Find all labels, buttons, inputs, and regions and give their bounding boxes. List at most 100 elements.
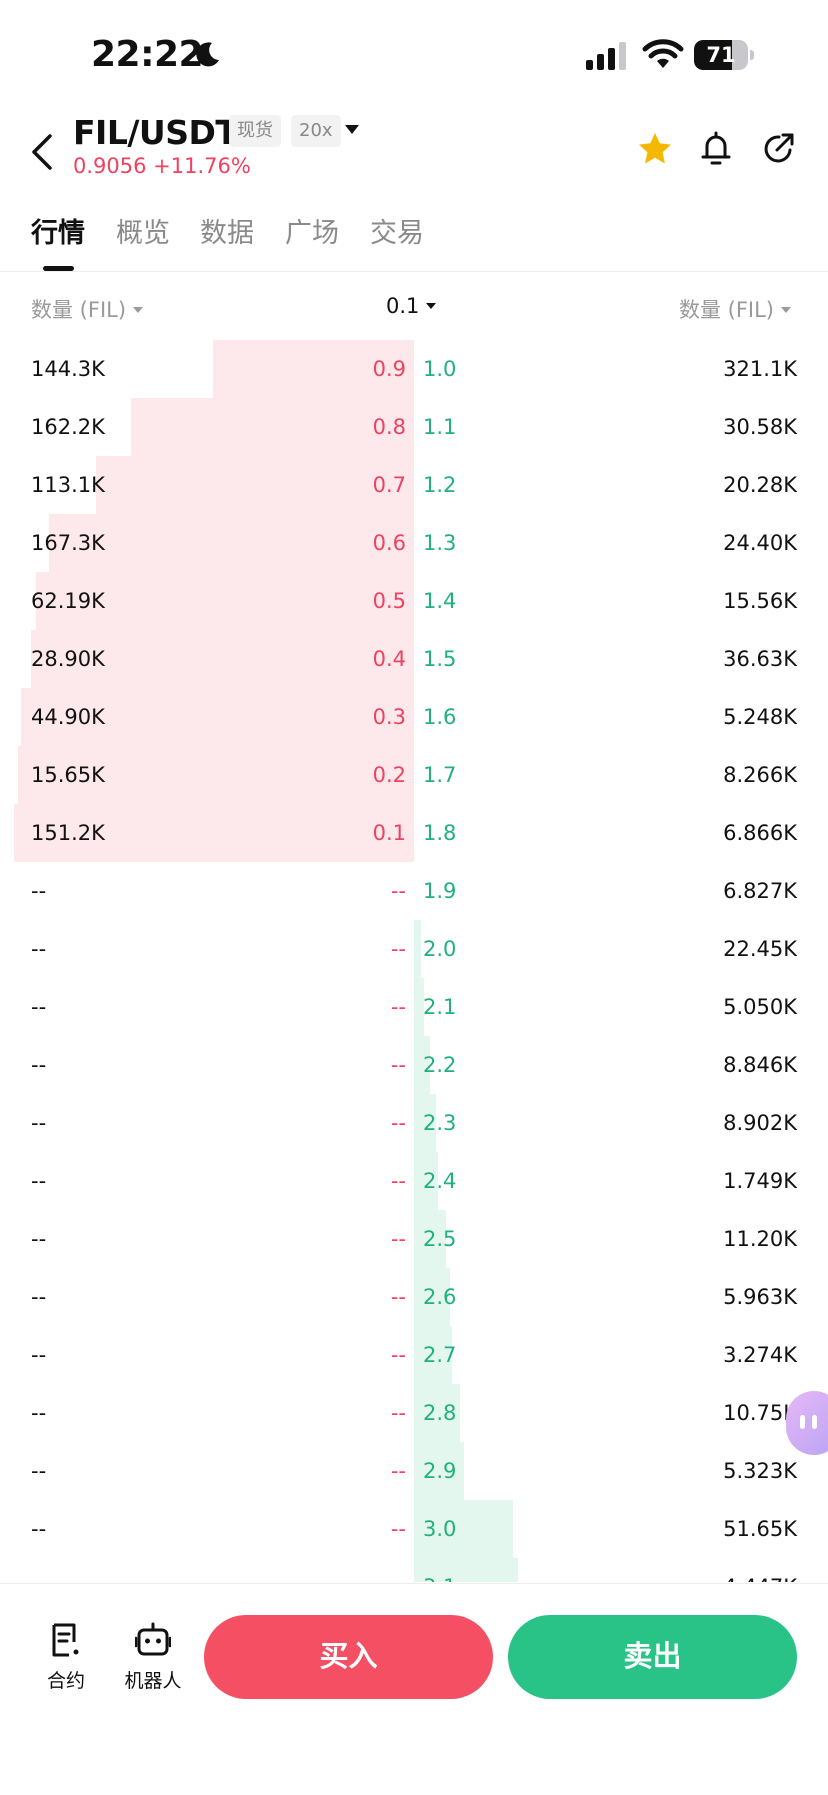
- bid-quantity: --: [31, 879, 47, 903]
- ask-quantity: 24.40K: [723, 531, 797, 555]
- order-book-row[interactable]: -- -- 2.4 1.749K: [0, 1152, 828, 1210]
- ask-quantity: 22.45K: [723, 937, 797, 961]
- assistant-float-button[interactable]: [786, 1391, 828, 1455]
- ask-quantity: 5.963K: [723, 1285, 797, 1309]
- bid-price: --: [390, 1459, 406, 1483]
- ask-price: 3.0: [423, 1517, 457, 1541]
- order-book-row[interactable]: -- -- 2.3 8.902K: [0, 1094, 828, 1152]
- bid-quantity: --: [31, 1111, 47, 1135]
- ask-quantity: 8.266K: [723, 763, 797, 787]
- bid-quantity: --: [31, 1285, 47, 1309]
- tab-data[interactable]: 数据: [200, 211, 254, 250]
- ask-quantity: 11.20K: [723, 1227, 797, 1251]
- bid-price: --: [390, 937, 406, 961]
- sell-button[interactable]: 卖出: [508, 1615, 797, 1699]
- order-book-row[interactable]: 162.2K 0.8 1.1 30.58K: [0, 398, 828, 456]
- ask-price: 2.6: [423, 1285, 457, 1309]
- bid-price: 0.1: [372, 821, 406, 845]
- dropdown-caret-icon: [133, 306, 144, 313]
- order-book-row[interactable]: -- -- 2.6 5.963K: [0, 1268, 828, 1326]
- bid-price: --: [390, 1285, 406, 1309]
- ask-quantity: 1.749K: [723, 1169, 797, 1193]
- tab-market[interactable]: 行情: [31, 211, 85, 250]
- cellular-signal-icon: [586, 42, 626, 70]
- order-book-row[interactable]: -- -- 2.0 22.45K: [0, 920, 828, 978]
- order-book-row[interactable]: -- -- 1.9 6.827K: [0, 862, 828, 920]
- order-book-row[interactable]: 15.65K 0.2 1.7 8.266K: [0, 746, 828, 804]
- order-book-row[interactable]: 28.90K 0.4 1.5 36.63K: [0, 630, 828, 688]
- bid-quantity: --: [31, 1401, 47, 1425]
- ask-price: 1.0: [423, 357, 457, 381]
- bid-price: 0.7: [372, 473, 406, 497]
- bid-quantity-header[interactable]: 数量 (FIL): [31, 294, 144, 324]
- bid-price: --: [390, 1111, 406, 1135]
- star-favorite-icon[interactable]: [636, 130, 674, 168]
- dropdown-caret-icon: [426, 302, 437, 309]
- order-book-row[interactable]: 151.2K 0.1 1.8 6.866K: [0, 804, 828, 862]
- robot-icon: [135, 1622, 171, 1656]
- ask-price: 2.5: [423, 1227, 457, 1251]
- ask-quantity: 4.447K: [723, 1558, 797, 1582]
- bid-quantity: 144.3K: [31, 357, 105, 381]
- buy-button[interactable]: 买入: [204, 1615, 493, 1699]
- ask-quantity: 8.846K: [723, 1053, 797, 1077]
- bid-price: 0.8: [372, 415, 406, 439]
- bid-price: --: [390, 1169, 406, 1193]
- ask-price: 2.1: [423, 995, 457, 1019]
- tab-trade[interactable]: 交易: [370, 211, 424, 250]
- ask-price: 1.6: [423, 705, 457, 729]
- price-precision-selector[interactable]: 0.1: [386, 294, 437, 318]
- tab-square[interactable]: 广场: [285, 211, 339, 250]
- bid-quantity: --: [31, 1517, 47, 1541]
- bid-quantity: --: [31, 937, 47, 961]
- bot-button[interactable]: 机器人: [113, 1622, 193, 1702]
- moon-icon: [196, 42, 219, 67]
- order-book-row[interactable]: 113.1K 0.7 1.2 20.28K: [0, 456, 828, 514]
- order-book-row[interactable]: -- -- 2.1 5.050K: [0, 978, 828, 1036]
- share-icon[interactable]: [759, 130, 797, 168]
- ask-quantity-header[interactable]: 数量 (FIL): [679, 294, 791, 324]
- tab-overview[interactable]: 概览: [116, 211, 170, 250]
- bid-price: 0.4: [372, 647, 406, 671]
- price-change: 0.9056 +11.76%: [73, 154, 251, 178]
- order-book-row[interactable]: -- -- 2.9 5.323K: [0, 1442, 828, 1500]
- ask-price: 2.2: [423, 1053, 457, 1077]
- order-book-row[interactable]: -- -- 2.8 10.75K: [0, 1384, 828, 1442]
- battery-percent: 71: [706, 43, 736, 67]
- ask-price: 1.3: [423, 531, 457, 555]
- ask-price: 1.4: [423, 589, 457, 613]
- ask-quantity: 30.58K: [723, 415, 797, 439]
- ask-price: 1.7: [423, 763, 457, 787]
- pair-dropdown-caret-icon[interactable]: [345, 125, 359, 134]
- trading-pair-title[interactable]: FIL/USDT: [73, 113, 238, 152]
- ask-quantity: 15.56K: [723, 589, 797, 613]
- bid-quantity: --: [31, 1343, 47, 1367]
- bid-price: --: [391, 1558, 406, 1582]
- bell-icon[interactable]: [697, 130, 735, 168]
- order-book-row[interactable]: -- -- 2.5 11.20K: [0, 1210, 828, 1268]
- ask-quantity: 5.050K: [723, 995, 797, 1019]
- ask-price: 3.1: [423, 1558, 456, 1582]
- ask-quantity: 321.1K: [723, 357, 797, 381]
- ask-quantity: 5.248K: [723, 705, 797, 729]
- order-book-row[interactable]: -- -- 2.7 3.274K: [0, 1326, 828, 1384]
- back-arrow-icon[interactable]: [26, 132, 60, 172]
- order-book-row[interactable]: 144.3K 0.9 1.0 321.1K: [0, 340, 828, 398]
- bid-price: --: [390, 1227, 406, 1251]
- order-book[interactable]: 144.3K 0.9 1.0 321.1K 162.2K 0.8 1.1 30.58K 113.…: [0, 340, 828, 1582]
- bid-quantity: 162.2K: [31, 415, 105, 439]
- bid-price: --: [390, 1517, 406, 1541]
- order-book-row[interactable]: -- -- 3.1 4.447K: [0, 1558, 828, 1582]
- order-book-row[interactable]: -- -- 3.0 51.65K: [0, 1500, 828, 1558]
- order-book-row[interactable]: 44.90K 0.3 1.6 5.248K: [0, 688, 828, 746]
- bid-quantity: --: [31, 1227, 47, 1251]
- contract-button[interactable]: 合约: [26, 1622, 106, 1702]
- order-book-row[interactable]: 62.19K 0.5 1.4 15.56K: [0, 572, 828, 630]
- contract-icon: [52, 1623, 79, 1657]
- order-book-row[interactable]: -- -- 2.2 8.846K: [0, 1036, 828, 1094]
- ask-price: 2.3: [423, 1111, 457, 1135]
- bid-quantity: 113.1K: [31, 473, 105, 497]
- order-book-row[interactable]: 167.3K 0.6 1.3 24.40K: [0, 514, 828, 572]
- ask-quantity: 20.28K: [723, 473, 797, 497]
- ask-quantity: 6.866K: [723, 821, 797, 845]
